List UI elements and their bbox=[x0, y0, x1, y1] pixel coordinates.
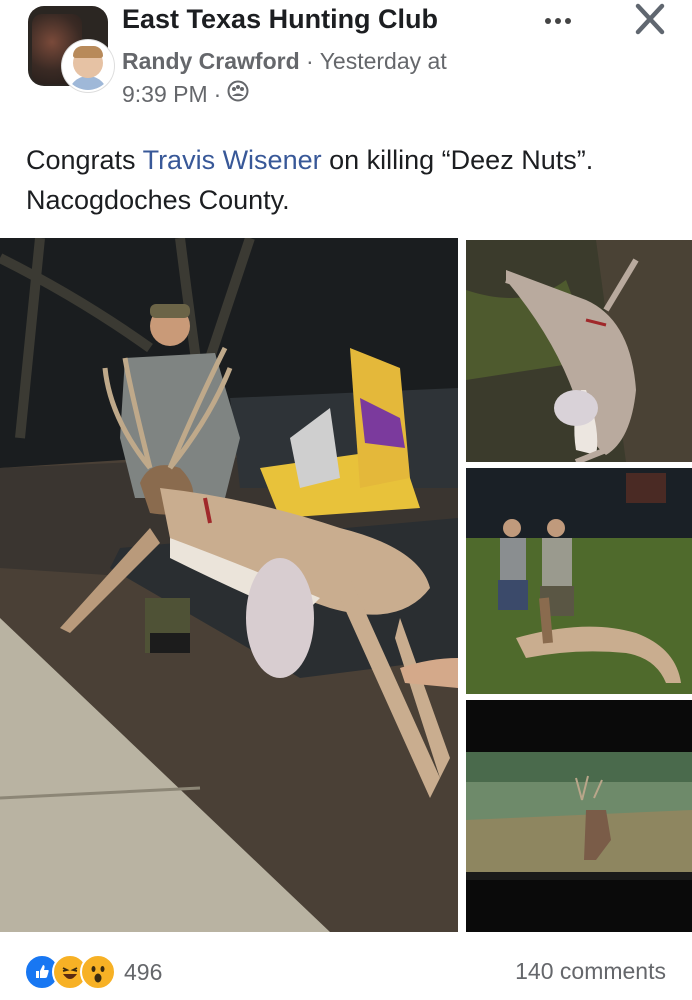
author-name-link[interactable]: Randy Crawford bbox=[122, 48, 300, 74]
post-text: Congrats Travis Wisener on killing “Deez… bbox=[26, 140, 646, 220]
photo-trailcam[interactable] bbox=[466, 700, 692, 932]
post-text-start: Congrats bbox=[26, 145, 143, 175]
comments-count-link[interactable]: 140 comments bbox=[515, 958, 666, 985]
post-footer: 496 140 comments bbox=[0, 940, 692, 1000]
author-avatar[interactable] bbox=[62, 40, 114, 92]
wow-reaction-icon bbox=[80, 954, 116, 990]
photo-grid bbox=[0, 238, 692, 932]
post-timestamp-part2[interactable]: 9:39 PM bbox=[122, 81, 208, 108]
post-header: East Texas Hunting Club Randy Crawford ·… bbox=[0, 0, 692, 120]
photo-deer-ground[interactable] bbox=[466, 240, 692, 462]
avatar-hair bbox=[73, 46, 103, 58]
group-name-link[interactable]: East Texas Hunting Club bbox=[122, 4, 438, 35]
close-icon[interactable] bbox=[628, 0, 672, 40]
photo-hunters[interactable] bbox=[466, 468, 692, 694]
meta-separator: · bbox=[306, 48, 314, 74]
more-options-icon[interactable] bbox=[536, 6, 580, 36]
post-timestamp-part1[interactable]: Yesterday at bbox=[320, 48, 447, 74]
reaction-count: 496 bbox=[124, 958, 163, 985]
mention-link[interactable]: Travis Wisener bbox=[143, 145, 322, 175]
post-meta: Randy Crawford · Yesterday at bbox=[122, 48, 447, 75]
reactions-summary[interactable]: 496 bbox=[24, 954, 162, 990]
meta-separator-2: · bbox=[213, 80, 222, 107]
group-audience-icon bbox=[227, 80, 249, 108]
photo-main[interactable] bbox=[0, 238, 458, 932]
avatar-shirt bbox=[68, 76, 108, 90]
post-meta-line2: 9:39 PM · bbox=[122, 80, 249, 108]
